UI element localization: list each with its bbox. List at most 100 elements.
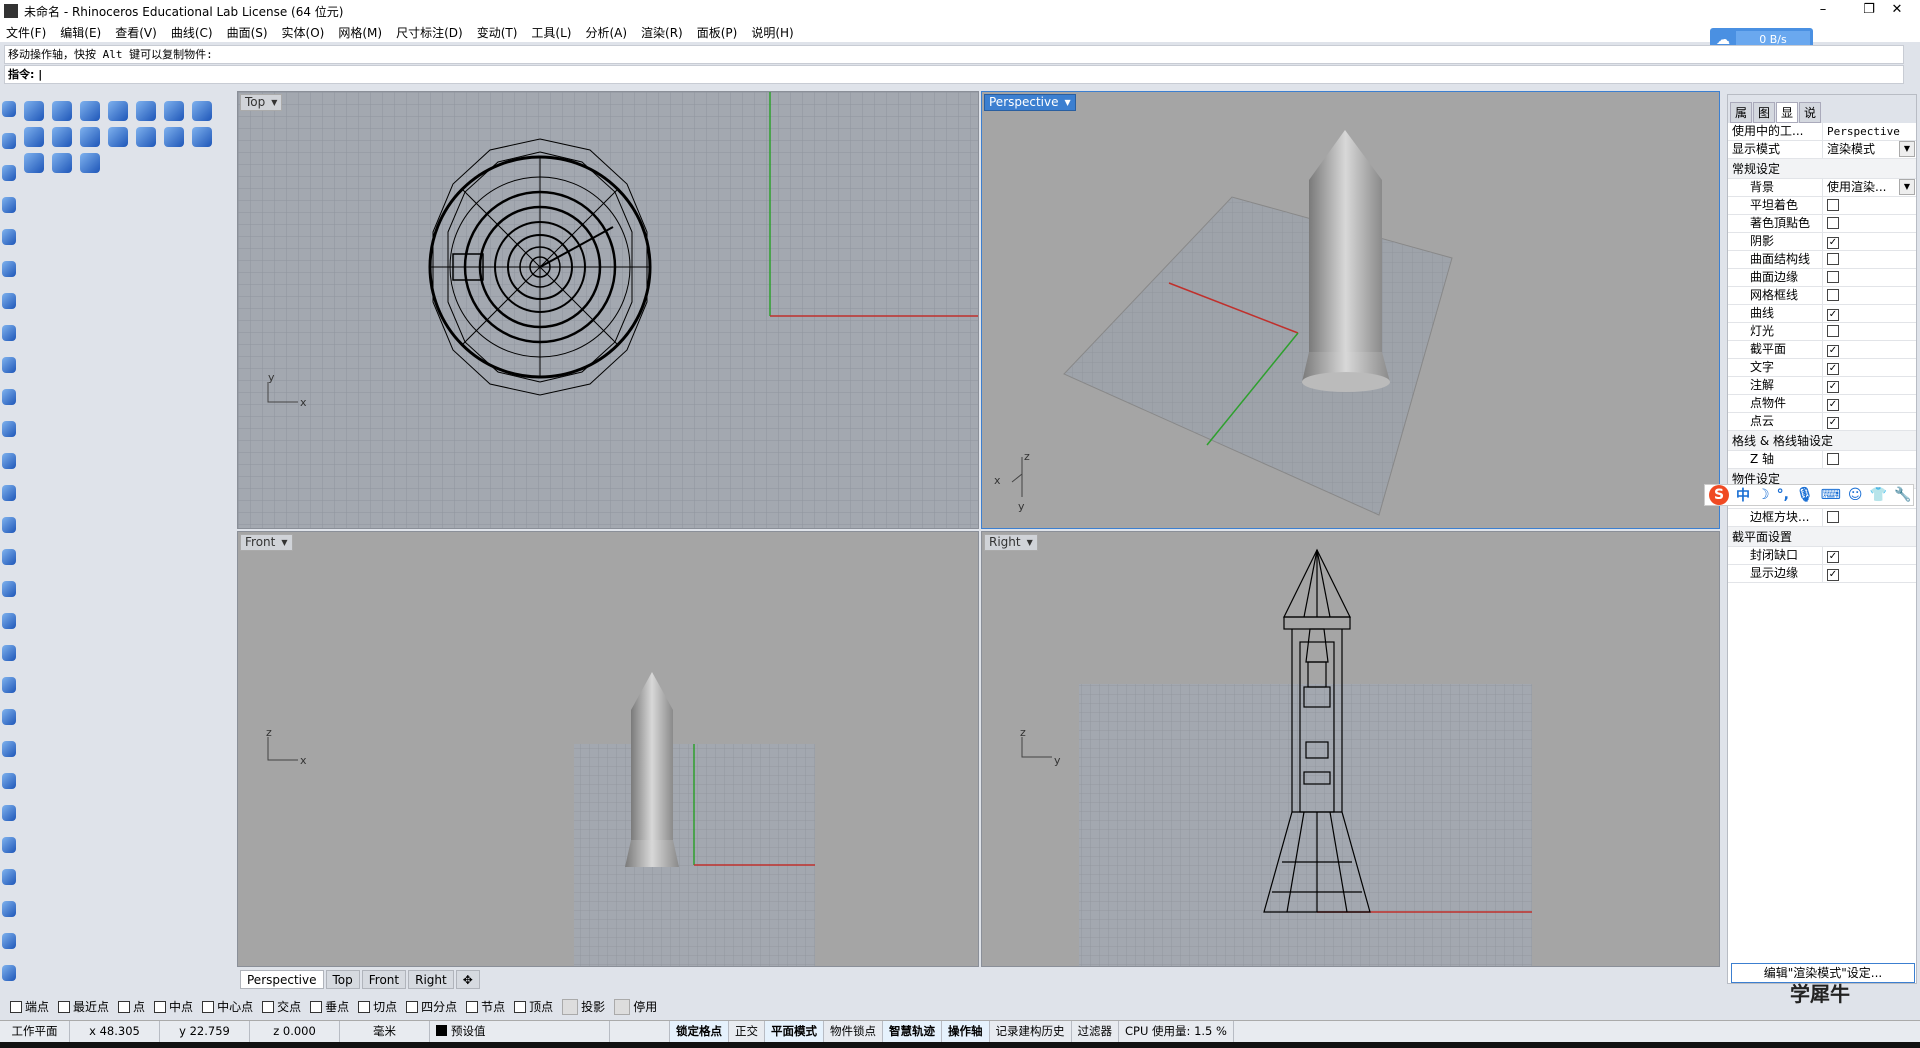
viewport-title-top[interactable]: Top ▼ xyxy=(240,94,283,111)
status-toggle[interactable]: 智慧轨迹 xyxy=(883,1021,942,1042)
setting-row-checkbox[interactable] xyxy=(1827,199,1839,211)
sidebar-tool-icon[interactable] xyxy=(2,325,16,341)
sidebar-tool-icon[interactable] xyxy=(2,293,16,309)
solid-tool-icon[interactable] xyxy=(108,127,128,147)
sidebar-tool-icon[interactable] xyxy=(2,901,16,917)
solid-tool-icon[interactable] xyxy=(164,127,184,147)
sidebar-tool-icon[interactable] xyxy=(2,933,16,949)
osnap-item[interactable]: 中点 xyxy=(154,998,193,1015)
solid-tool-icon[interactable] xyxy=(192,127,212,147)
osnap-checkbox[interactable] xyxy=(466,1000,479,1013)
viewport-tab[interactable]: Front xyxy=(361,970,407,989)
setting-row-checkbox[interactable]: ✓ xyxy=(1827,237,1839,249)
osnap-item[interactable]: 交点 xyxy=(262,998,301,1015)
setting-row-checkbox[interactable] xyxy=(1827,253,1839,265)
osnap-checkbox[interactable] xyxy=(406,1000,419,1013)
viewport-tab[interactable]: Right xyxy=(408,970,454,989)
sidebar-tool-icon[interactable] xyxy=(2,133,16,149)
osnap-checkbox[interactable] xyxy=(202,1000,215,1013)
sidebar-tool-icon[interactable] xyxy=(2,485,16,501)
status-toggle[interactable]: 操作轴 xyxy=(942,1021,990,1042)
menu-item[interactable]: 文件(F) xyxy=(6,24,46,41)
osnap-item[interactable]: 端点 xyxy=(10,998,49,1015)
menu-item[interactable]: 面板(P) xyxy=(697,24,738,41)
status-units[interactable]: 毫米 xyxy=(340,1021,430,1042)
osnap-checkbox[interactable] xyxy=(58,1000,71,1013)
osnap-checkbox[interactable] xyxy=(358,1000,371,1013)
setting-row-checkbox[interactable] xyxy=(1827,217,1839,229)
chevron-down-icon[interactable]: ▼ xyxy=(1899,141,1915,157)
solid-tool-icon[interactable] xyxy=(24,127,44,147)
bbox-checkbox[interactable] xyxy=(1827,511,1839,523)
ime-mode[interactable]: 中 xyxy=(1736,485,1750,505)
osnap-checkbox[interactable] xyxy=(10,1000,22,1013)
osnap-item[interactable]: 中心点 xyxy=(202,998,253,1015)
status-toggle[interactable]: 物件锁点 xyxy=(824,1021,883,1042)
osnap-item[interactable]: 四分点 xyxy=(406,998,457,1015)
moon-icon[interactable]: ☽ xyxy=(1757,487,1770,503)
osnap-checkbox[interactable] xyxy=(154,1000,167,1013)
sidebar-tool-icon[interactable] xyxy=(2,869,16,885)
sidebar-tool-icon[interactable] xyxy=(2,517,16,533)
sidebar-tool-icon[interactable] xyxy=(2,677,16,693)
status-toggle[interactable]: 过滤器 xyxy=(1072,1021,1119,1042)
sidebar-tool-icon[interactable] xyxy=(2,165,16,181)
menu-item[interactable]: 编辑(E) xyxy=(60,24,101,41)
status-layer[interactable]: 预设值 xyxy=(430,1021,610,1042)
status-toggle[interactable]: 锁定格点 xyxy=(670,1021,729,1042)
menu-item[interactable]: 网格(M) xyxy=(338,24,382,41)
osnap-item[interactable]: 切点 xyxy=(358,998,397,1015)
sidebar-tool-icon[interactable] xyxy=(2,613,16,629)
menu-item[interactable]: 分析(A) xyxy=(585,24,627,41)
solid-tool-icon[interactable] xyxy=(192,101,212,121)
setting-row-checkbox[interactable]: ✓ xyxy=(1827,363,1839,375)
setting-row-checkbox[interactable] xyxy=(1827,325,1839,337)
osnap-checkbox[interactable] xyxy=(262,1000,275,1013)
viewport-tab[interactable]: Top xyxy=(325,970,360,989)
osnap-item[interactable]: 节点 xyxy=(466,998,505,1015)
setting-row-checkbox[interactable]: ✓ xyxy=(1827,417,1839,429)
toggle-box[interactable] xyxy=(614,998,631,1015)
solid-tool-icon[interactable] xyxy=(52,101,72,121)
setting-row-checkbox[interactable]: ✓ xyxy=(1827,345,1839,357)
viewport-perspective[interactable]: x z y Perspective ▼ xyxy=(981,91,1720,529)
osnap-checkbox[interactable] xyxy=(118,1000,131,1013)
sidebar-tool-icon[interactable] xyxy=(2,357,16,373)
solid-tool-icon[interactable] xyxy=(52,127,72,147)
viewport-tab[interactable]: Perspective xyxy=(240,970,324,989)
menu-item[interactable]: 说明(H) xyxy=(751,24,793,41)
user-icon[interactable]: ☺ xyxy=(1848,487,1863,503)
ime-toolbar[interactable]: S 中 ☽ °, 🎙 ⌨ ☺ 👕 🔧 xyxy=(1704,484,1914,506)
status-cplane[interactable]: 工作平面 xyxy=(0,1021,70,1042)
sidebar-tool-icon[interactable] xyxy=(2,453,16,469)
solid-tool-icon[interactable] xyxy=(80,153,100,173)
setting-row-checkbox[interactable]: ✓ xyxy=(1827,309,1839,321)
sidebar-tool-icon[interactable] xyxy=(2,261,16,277)
solid-tool-icon[interactable] xyxy=(136,101,156,121)
toggle-box[interactable] xyxy=(562,998,579,1015)
keyboard-icon[interactable]: ⌨ xyxy=(1821,487,1841,503)
panel-tab[interactable]: 属 xyxy=(1730,102,1753,123)
osnap-item[interactable]: 垂点 xyxy=(310,998,349,1015)
command-input[interactable]: 指令: | xyxy=(4,65,1904,84)
menu-item[interactable]: 变动(T) xyxy=(477,24,518,41)
viewport-title-right[interactable]: Right ▼ xyxy=(984,534,1038,551)
sidebar-tool-icon[interactable] xyxy=(2,805,16,821)
solid-tool-icon[interactable] xyxy=(24,153,44,173)
background-select[interactable]: 使用渲染... ▼ xyxy=(1823,179,1916,196)
microphone-icon[interactable]: 🎙 xyxy=(1796,487,1814,503)
sidebar-tool-icon[interactable] xyxy=(2,965,16,981)
solid-tool-icon[interactable] xyxy=(108,101,128,121)
zaxis-checkbox[interactable] xyxy=(1827,453,1839,465)
sidebar-tool-icon[interactable] xyxy=(2,581,16,597)
chevron-down-icon[interactable]: ▼ xyxy=(1899,179,1915,195)
display-mode-select[interactable]: 渲染模式 ▼ xyxy=(1823,141,1916,158)
osnap-item[interactable]: 点 xyxy=(118,998,145,1015)
viewport-tab[interactable]: ✥ xyxy=(455,970,480,989)
viewport-front[interactable]: z x Front ▼ xyxy=(237,531,979,967)
sidebar-tool-icon[interactable] xyxy=(2,197,16,213)
sidebar-tool-icon[interactable] xyxy=(2,389,16,405)
menu-item[interactable]: 实体(O) xyxy=(282,24,325,41)
osnap-item[interactable]: 最近点 xyxy=(58,998,109,1015)
sidebar-tool-icon[interactable] xyxy=(2,549,16,565)
